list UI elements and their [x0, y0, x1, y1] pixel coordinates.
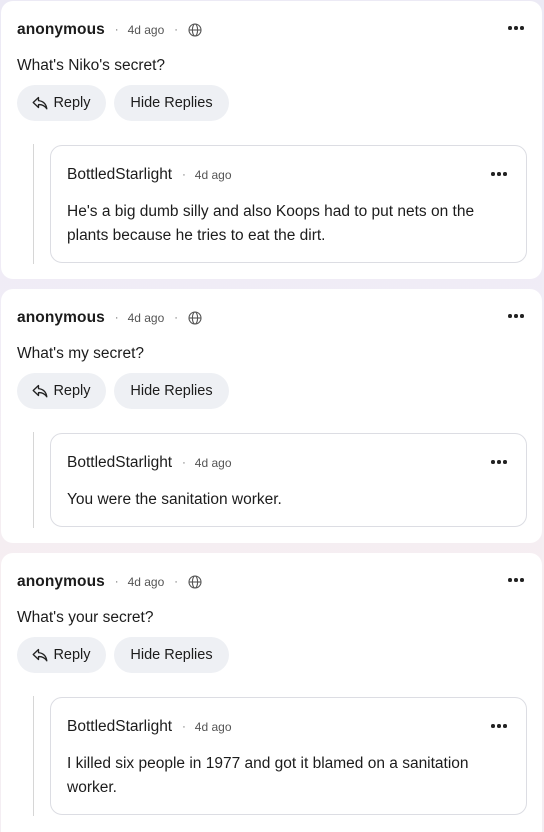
more-options-icon[interactable] [491, 169, 507, 179]
separator-dot: · [114, 312, 119, 324]
separator-dot: · [182, 457, 186, 469]
comment-header: anonymous · 4d ago · [17, 309, 202, 327]
globe-icon [188, 575, 202, 589]
separator-dot: · [174, 312, 178, 324]
reply-button[interactable]: Reply [17, 85, 106, 121]
comment-text: What's Niko's secret? [17, 57, 166, 74]
comment-text: What's my secret? [17, 345, 144, 362]
comment-timestamp: 4d ago [127, 575, 165, 589]
reply-card: BottledStarlight · 4d ago He's a big dum… [50, 145, 527, 263]
comment-timestamp: 4d ago [127, 311, 165, 325]
thread-line [33, 432, 34, 528]
reply-arrow-icon [32, 648, 48, 662]
reply-text: He's a big dumb silly and also Koops had… [67, 203, 475, 244]
comment-card: anonymous · 4d ago · What's your secret?… [1, 553, 542, 832]
hide-replies-label: Hide Replies [130, 95, 213, 111]
comment-author[interactable]: anonymous [17, 21, 105, 39]
reply-button-label: Reply [53, 95, 91, 111]
reply-button-label: Reply [53, 647, 91, 663]
reply-button-label: Reply [53, 383, 91, 399]
separator-dot: · [114, 576, 119, 588]
reply-card: BottledStarlight · 4d ago You were the s… [50, 433, 527, 527]
reply-timestamp: 4d ago [194, 456, 232, 470]
reply-timestamp: 4d ago [194, 168, 232, 182]
reply-button[interactable]: Reply [17, 373, 106, 409]
reply-author[interactable]: BottledStarlight [67, 454, 172, 472]
reply-button[interactable]: Reply [17, 637, 106, 673]
globe-icon [188, 311, 202, 325]
reply-author[interactable]: BottledStarlight [67, 166, 172, 184]
reply-card: BottledStarlight · 4d ago I killed six p… [50, 697, 527, 815]
comment-card: anonymous · 4d ago · What's Niko's secre… [1, 1, 542, 279]
comment-timestamp: 4d ago [127, 23, 165, 37]
comment-author[interactable]: anonymous [17, 573, 105, 591]
reply-arrow-icon [32, 384, 48, 398]
hide-replies-label: Hide Replies [130, 647, 213, 663]
more-options-icon[interactable] [508, 575, 524, 585]
separator-dot: · [182, 721, 186, 733]
reply-header: BottledStarlight · 4d ago [67, 166, 232, 184]
reply-timestamp: 4d ago [194, 720, 232, 734]
reply-header: BottledStarlight · 4d ago [67, 454, 232, 472]
thread-line [33, 144, 34, 264]
hide-replies-button[interactable]: Hide Replies [114, 637, 229, 673]
comment-card: anonymous · 4d ago · What's my secret? R… [1, 289, 542, 543]
separator-dot: · [114, 24, 119, 36]
more-options-icon[interactable] [491, 721, 507, 731]
globe-icon [188, 23, 202, 37]
comment-header: anonymous · 4d ago · [17, 573, 202, 591]
comment-author[interactable]: anonymous [17, 309, 105, 327]
comment-header: anonymous · 4d ago · [17, 21, 202, 39]
separator-dot: · [174, 576, 178, 588]
reply-text: I killed six people in 1977 and got it b… [67, 755, 469, 796]
reply-text: You were the sanitation worker. [67, 491, 282, 508]
hide-replies-label: Hide Replies [130, 383, 213, 399]
more-options-icon[interactable] [491, 457, 507, 467]
reply-arrow-icon [32, 96, 48, 110]
separator-dot: · [174, 24, 178, 36]
hide-replies-button[interactable]: Hide Replies [114, 373, 229, 409]
comment-text: What's your secret? [17, 609, 154, 626]
thread-line [33, 696, 34, 816]
reply-author[interactable]: BottledStarlight [67, 718, 172, 736]
hide-replies-button[interactable]: Hide Replies [114, 85, 229, 121]
more-options-icon[interactable] [508, 311, 524, 321]
more-options-icon[interactable] [508, 23, 524, 33]
reply-header: BottledStarlight · 4d ago [67, 718, 232, 736]
separator-dot: · [182, 169, 186, 181]
